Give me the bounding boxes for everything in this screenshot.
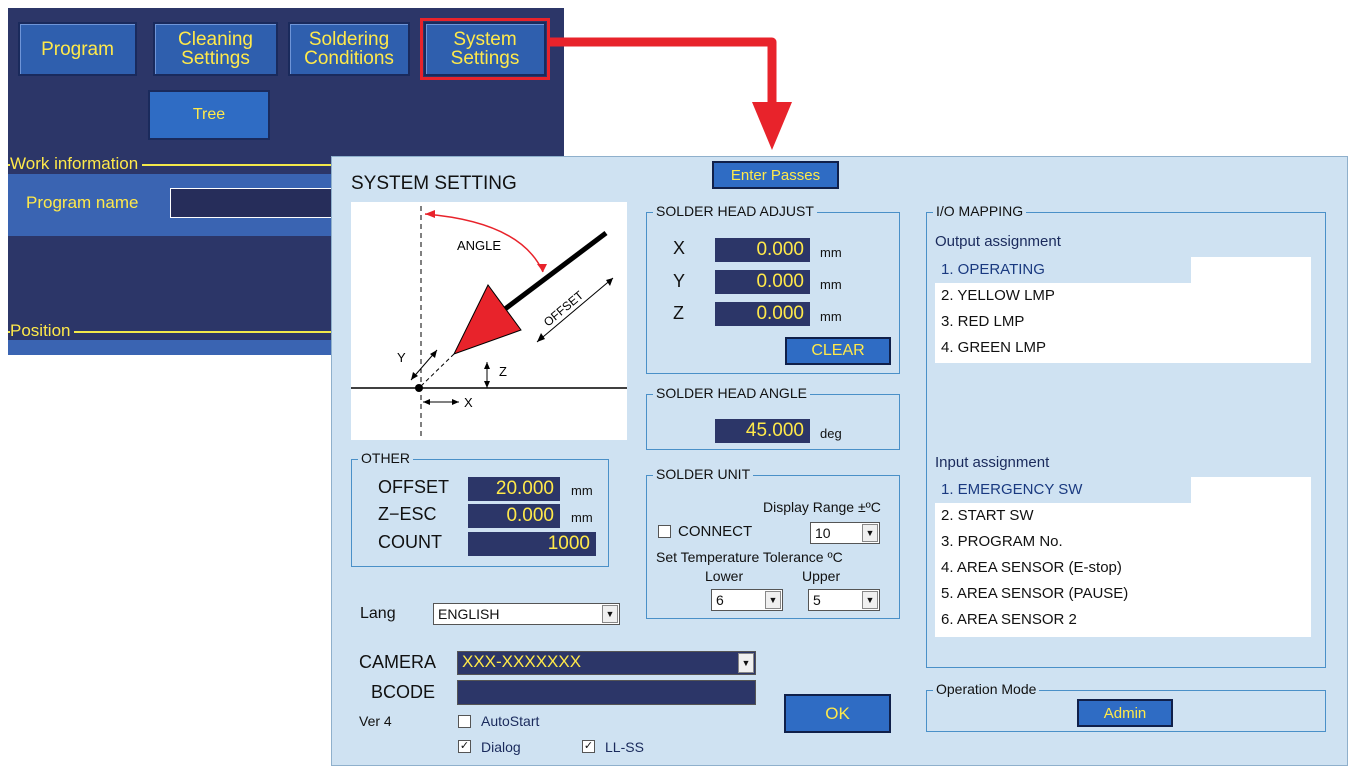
camera-value: XXX-XXXXXXX — [462, 652, 582, 671]
adjust-x-field[interactable]: 0.000 — [715, 238, 810, 262]
dialog-checkbox[interactable]: ✓ — [458, 740, 471, 753]
lower-label: Lower — [705, 568, 744, 584]
tab-program-label: Program — [41, 38, 114, 60]
offset-field[interactable]: 20.000 — [468, 477, 560, 501]
adjust-z-field[interactable]: 0.000 — [715, 302, 810, 326]
z-esc-unit: mm — [571, 510, 593, 525]
angle-field[interactable]: 45.000 — [715, 419, 810, 443]
tab-label-line2: Settings — [450, 48, 520, 69]
tab-cleaning-settings[interactable]: Cleaning Settings — [153, 22, 278, 76]
autostart-checkbox[interactable] — [458, 715, 471, 728]
adjust-y-unit: mm — [820, 277, 842, 292]
z-esc-field[interactable]: 0.000 — [468, 504, 560, 528]
dialog-title: SYSTEM SETTING — [351, 173, 517, 194]
list-item[interactable]: 2. START SW — [935, 503, 1311, 529]
tab-program[interactable]: Program — [18, 22, 137, 76]
z-esc-label: Z−ESC — [378, 504, 437, 524]
display-range-label: Display Range ±ºC — [763, 499, 881, 515]
offset-unit: mm — [571, 483, 593, 498]
other-title: OTHER — [358, 450, 413, 466]
adjust-z-unit: mm — [820, 309, 842, 324]
chevron-down-icon[interactable]: ▼ — [765, 591, 781, 609]
list-item[interactable]: 1. EMERGENCY SW — [935, 477, 1191, 503]
llss-label: LL-SS — [605, 739, 644, 755]
operation-mode-title: Operation Mode — [933, 681, 1040, 697]
tab-label-line2: Settings — [181, 48, 250, 69]
tab-system-settings[interactable]: System Settings — [420, 18, 550, 80]
upper-select[interactable]: 5 ▼ — [808, 589, 880, 611]
solder-head-adjust-title: SOLDER HEAD ADJUST — [653, 203, 817, 219]
position-title: Position — [10, 321, 75, 341]
camera-select[interactable]: XXX-XXXXXXX ▼ — [457, 651, 756, 675]
solder-head-angle-title: SOLDER HEAD ANGLE — [653, 385, 810, 401]
count-label: COUNT — [378, 532, 442, 552]
z-axis-label: Z — [499, 364, 507, 379]
output-list[interactable]: 1. OPERATING 2. YELLOW LMP 3. RED LMP 4.… — [935, 257, 1311, 363]
tab-soldering-conditions[interactable]: Soldering Conditions — [288, 22, 410, 76]
offset-label: OFFSET — [378, 477, 449, 497]
input-assignment-label: Input assignment — [935, 454, 1050, 471]
upper-label: Upper — [802, 568, 841, 584]
angle-unit: deg — [820, 426, 842, 441]
lang-select[interactable]: ENGLISH ▼ — [433, 603, 620, 625]
program-name-label: Program name — [26, 193, 139, 212]
count-field[interactable]: 1000 — [468, 532, 596, 556]
input-list[interactable]: 1. EMERGENCY SW 2. START SW 3. PROGRAM N… — [935, 477, 1311, 637]
bcode-label: BCODE — [371, 682, 436, 702]
autostart-label: AutoStart — [481, 713, 540, 729]
enter-passes-button[interactable]: Enter Passes — [712, 161, 839, 189]
tree-button[interactable]: Tree — [148, 90, 270, 140]
llss-checkbox[interactable]: ✓ — [582, 740, 595, 753]
list-item[interactable]: 5. AREA SENSOR (PAUSE) — [935, 581, 1311, 607]
lower-value: 6 — [716, 592, 724, 608]
system-setting-dialog: SYSTEM SETTING Enter Passes ANGLE OFFSET… — [331, 156, 1348, 766]
bcode-input[interactable] — [457, 680, 756, 705]
display-range-value: 10 — [815, 525, 831, 541]
tolerance-label: Set Temperature Tolerance ºC — [656, 549, 843, 565]
work-information-title: Work information — [10, 154, 143, 174]
io-mapping-title: I/O MAPPING — [933, 203, 1027, 219]
angle-label: ANGLE — [457, 238, 501, 253]
display-range-select[interactable]: 10 ▼ — [810, 522, 880, 544]
lower-select[interactable]: 6 ▼ — [711, 589, 783, 611]
list-item[interactable]: 1. OPERATING — [935, 257, 1191, 283]
lang-value: ENGLISH — [438, 606, 500, 622]
list-item[interactable]: 6. AREA SENSOR 2 — [935, 607, 1311, 633]
axis-x-label: X — [673, 238, 686, 258]
chevron-down-icon[interactable]: ▼ — [738, 653, 754, 673]
list-item[interactable]: 2. YELLOW LMP — [935, 283, 1311, 309]
list-item[interactable]: 4. AREA SENSOR (E-stop) — [935, 555, 1311, 581]
clear-button[interactable]: CLEAR — [785, 337, 891, 365]
version-label: Ver 4 — [359, 713, 392, 729]
x-axis-label: X — [464, 395, 473, 410]
connect-label: CONNECT — [678, 523, 753, 540]
chevron-down-icon[interactable]: ▼ — [862, 524, 878, 542]
axis-y-label: Y — [673, 271, 686, 291]
camera-label: CAMERA — [359, 652, 437, 672]
chevron-down-icon[interactable]: ▼ — [602, 605, 618, 623]
tab-label-line1: System — [453, 29, 517, 50]
axis-z-label: Z — [673, 303, 684, 323]
list-item[interactable]: 4. GREEN LMP — [935, 335, 1311, 361]
adjust-x-unit: mm — [820, 245, 842, 260]
ok-button[interactable]: OK — [784, 694, 891, 733]
output-assignment-label: Output assignment — [935, 233, 1061, 250]
tab-label-line1: Soldering — [308, 29, 390, 50]
upper-value: 5 — [813, 592, 821, 608]
tab-label-line2: Conditions — [304, 48, 394, 69]
solder-head-diagram: ANGLE OFFSET X Z Y — [351, 202, 627, 440]
chevron-down-icon[interactable]: ▼ — [862, 591, 878, 609]
connect-checkbox[interactable] — [658, 525, 671, 538]
list-item[interactable]: 3. RED LMP — [935, 309, 1311, 335]
list-item[interactable]: 3. PROGRAM No. — [935, 529, 1311, 555]
lang-label: Lang — [360, 605, 396, 622]
adjust-y-field[interactable]: 0.000 — [715, 270, 810, 294]
tab-label-line1: Cleaning — [178, 29, 253, 50]
dialog-label: Dialog — [481, 739, 521, 755]
solder-unit-title: SOLDER UNIT — [653, 466, 754, 482]
navigation-arrow-icon — [550, 37, 792, 150]
y-axis-label: Y — [397, 350, 406, 365]
admin-mode-button[interactable]: Admin — [1077, 699, 1173, 727]
